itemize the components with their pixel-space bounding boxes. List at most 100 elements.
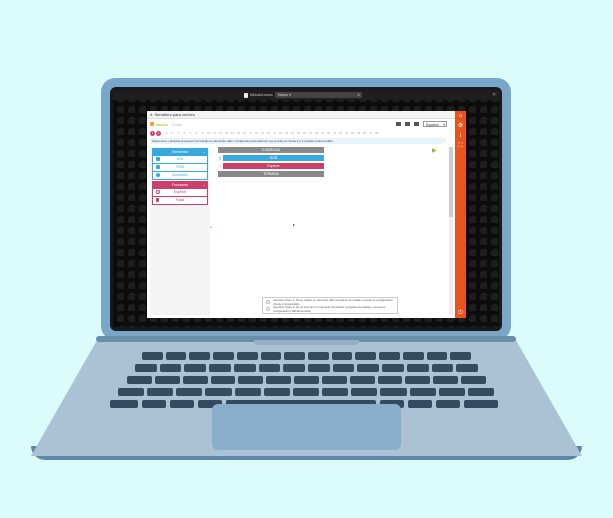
keyboard-key — [266, 376, 292, 384]
play-button[interactable]: ▶ — [432, 148, 437, 154]
step-11[interactable]: 11 — [212, 131, 217, 136]
rgb-icon — [156, 165, 160, 169]
keyboard-key — [233, 364, 256, 372]
functions-panel: Funciones – Esperar Pulsa — [152, 181, 208, 205]
folder-save-icon[interactable] — [405, 122, 410, 126]
trackpad — [212, 404, 401, 450]
brand-name: Mblock/Lumos — [250, 93, 273, 97]
step-16[interactable]: 16 — [242, 131, 247, 136]
warning-icon — [266, 307, 270, 311]
palette-item-led[interactable]: LED — [153, 155, 207, 163]
feedback-console: Atención: Paso 1: No se realizó un eleme… — [262, 297, 398, 314]
keyboard-key — [351, 388, 378, 396]
help-icon[interactable]: ⓘ — [442, 138, 446, 144]
keyboard-key — [461, 376, 486, 384]
step-3[interactable]: 3 — [164, 131, 169, 136]
tab-close-icon[interactable]: ✕ — [357, 92, 360, 98]
keyboard-key — [467, 388, 494, 396]
keyboard-key — [154, 376, 180, 384]
info-icon[interactable]: i — [457, 133, 464, 140]
console-message: Atención: Paso 2: No se encontró un elem… — [273, 305, 386, 313]
scrollbar-thumb[interactable] — [449, 147, 453, 217]
block-start[interactable]: COMIENZA — [218, 147, 324, 153]
vertical-scrollbar[interactable] — [449, 147, 453, 315]
keyboard-key — [308, 352, 329, 360]
block-rgb[interactable]: RGB — [223, 155, 324, 161]
keyboard-key — [433, 376, 459, 384]
step-32[interactable]: 32 — [338, 131, 343, 136]
step-21[interactable]: 21 — [272, 131, 277, 136]
edit-button[interactable]: Editar — [172, 121, 182, 128]
step-26[interactable]: 26 — [302, 131, 307, 136]
keyboard-key — [165, 352, 187, 360]
step-27[interactable]: 27 — [308, 131, 313, 136]
keyboard-key — [283, 364, 305, 372]
palette-item-wait[interactable]: Esperar — [153, 188, 207, 196]
keyboard-key — [238, 376, 264, 384]
settings-icon[interactable]: ⚙ — [457, 123, 464, 130]
home-icon[interactable]: ⌂ — [457, 113, 464, 120]
step-31[interactable]: 31 — [332, 131, 337, 136]
power-icon[interactable]: ⏻ — [457, 310, 464, 317]
step-14[interactable]: 14 — [230, 131, 235, 136]
step-18[interactable]: 18 — [254, 131, 259, 136]
step-24[interactable]: 24 — [290, 131, 295, 136]
folder-open-icon[interactable] — [396, 122, 401, 126]
step-33[interactable]: 33 — [344, 131, 349, 136]
buzzer-icon — [156, 173, 160, 177]
step-17[interactable]: 17 — [248, 131, 253, 136]
step-8[interactable]: 8 — [194, 131, 199, 136]
keyboard-key — [142, 352, 163, 360]
step-30[interactable]: 30 — [326, 131, 331, 136]
step-5[interactable]: 5 — [176, 131, 181, 136]
keyboard-key — [331, 352, 353, 360]
step-23[interactable]: 23 — [284, 131, 289, 136]
block-label: Esperar — [267, 164, 280, 168]
palette-item-buzzer[interactable]: Zumbador — [153, 171, 207, 179]
step-1[interactable]: 1 — [150, 131, 155, 136]
keyboard-key — [210, 376, 236, 384]
palette-item-rgb[interactable]: RGB — [153, 163, 207, 171]
keyboard-key — [234, 388, 261, 396]
step-10[interactable]: 10 — [206, 131, 211, 136]
step-15[interactable]: 15 — [236, 131, 241, 136]
step-7[interactable]: 7 — [188, 131, 193, 136]
browser-tab[interactable]: Nuevo ▾ ✕ — [275, 92, 362, 98]
step-4[interactable]: 4 — [170, 131, 175, 136]
keyboard-key — [213, 352, 234, 360]
step-20[interactable]: 20 — [266, 131, 271, 136]
language-value: Español — [426, 123, 439, 127]
block-wait[interactable]: Esperar — [223, 163, 324, 169]
step-38[interactable]: 38 — [374, 131, 379, 136]
step-2[interactable]: 2 — [156, 131, 161, 136]
keyboard-key — [409, 388, 436, 396]
step-22[interactable]: 22 — [278, 131, 283, 136]
clock-icon — [156, 190, 160, 194]
keyboard-key — [379, 352, 400, 360]
step-9[interactable]: 9 — [200, 131, 205, 136]
step-29[interactable]: 29 — [320, 131, 325, 136]
block-end[interactable]: TERMINA — [218, 171, 324, 177]
step-25[interactable]: 25 — [296, 131, 301, 136]
chevron-down-icon: ▾ — [443, 123, 445, 127]
collapse-panel-icon[interactable]: ‹ — [210, 225, 212, 231]
new-button[interactable]: Nuevo — [156, 121, 168, 128]
window-close-icon[interactable]: ✕ — [492, 91, 496, 100]
save-icon[interactable] — [414, 122, 419, 126]
fullscreen-icon[interactable]: ⛶ — [457, 143, 464, 150]
language-select[interactable]: Español ▾ — [423, 121, 447, 127]
workspace-canvas[interactable]: COMIENZA RGB ▯ Esperar ◌ TERMINA ▶ ▸ Ate… — [215, 147, 437, 315]
step-36[interactable]: 36 — [362, 131, 367, 136]
step-35[interactable]: 35 — [356, 131, 361, 136]
palette-item-press[interactable]: Pulsa — [153, 196, 207, 204]
right-rail: ⌂ ⚙ i ⛶ ⏻ — [455, 111, 466, 318]
keyboard-key — [438, 388, 465, 396]
step-37[interactable]: 37 — [368, 131, 373, 136]
step-13[interactable]: 13 — [224, 131, 229, 136]
keyboard-key — [236, 352, 258, 360]
step-19[interactable]: 19 — [260, 131, 265, 136]
step-12[interactable]: 12 — [218, 131, 223, 136]
step-34[interactable]: 34 — [350, 131, 355, 136]
step-6[interactable]: 6 — [182, 131, 187, 136]
step-28[interactable]: 28 — [314, 131, 319, 136]
